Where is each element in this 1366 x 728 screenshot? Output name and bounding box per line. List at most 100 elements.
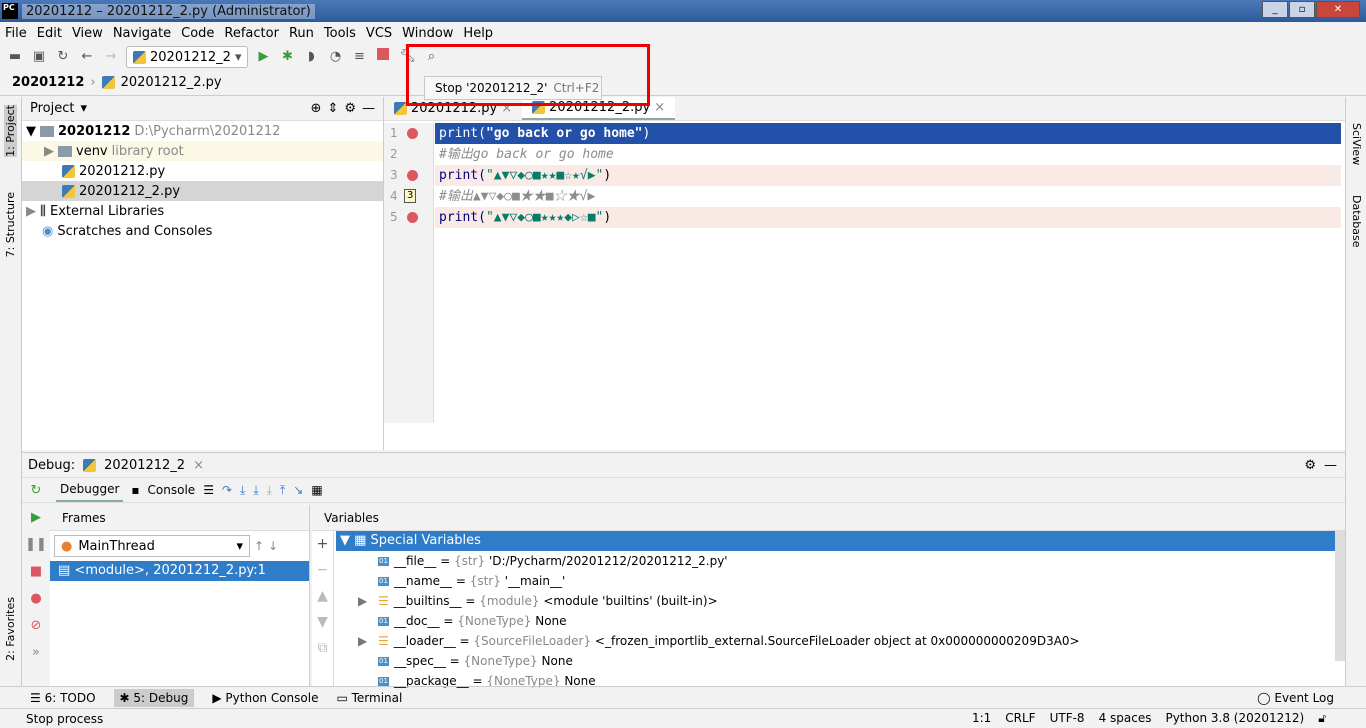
step-into-my-code-icon[interactable]: ⤓ [253, 483, 258, 498]
tab-console[interactable]: Console [148, 483, 196, 497]
tool-favorites[interactable]: 2: Favorites [4, 597, 17, 661]
variable-row[interactable]: ▶ ☰ __builtins__ = {module} <module 'built… [336, 591, 1342, 611]
chevron-down-icon[interactable]: ▾ [80, 101, 87, 116]
rerun-icon[interactable]: ↻ [22, 477, 50, 504]
hide-icon[interactable]: — [1324, 458, 1337, 473]
menu-edit[interactable]: Edit [32, 26, 67, 41]
breakpoint-icon[interactable] [407, 170, 418, 181]
tool-todo[interactable]: ☰ 6: TODO [30, 691, 96, 705]
up-icon[interactable]: ↑ [254, 539, 264, 553]
thread-select[interactable]: ● MainThread ▾ [54, 535, 250, 557]
maximize-button[interactable]: ▫ [1289, 1, 1315, 18]
evaluate-icon[interactable]: ▦ [311, 483, 322, 497]
remove-watch-icon[interactable]: − [312, 557, 333, 583]
menu-help[interactable]: Help [458, 26, 498, 41]
variable-row[interactable]: 01 __file__ = {str} 'D:/Pycharm/20201212/… [336, 551, 1342, 571]
menu-view[interactable]: View [67, 26, 108, 41]
line-separator[interactable]: CRLF [1005, 711, 1035, 726]
collapse-arrow-icon[interactable]: ▶ [358, 631, 367, 651]
close-button[interactable]: ✕ [1316, 1, 1360, 18]
tree-root[interactable]: ▼ 20201212 D:\Pycharm\20201212 [22, 121, 383, 141]
menu-icon[interactable]: ☰ [203, 483, 214, 497]
lock-icon[interactable]: 🔓︎ [1318, 711, 1326, 726]
menu-tools[interactable]: Tools [319, 26, 361, 41]
scrollbar[interactable] [1335, 531, 1345, 661]
file-encoding[interactable]: UTF-8 [1050, 711, 1085, 726]
breakpoint-icon[interactable] [407, 212, 418, 223]
tree-file[interactable]: 20201212.py [22, 161, 383, 181]
tool-python-console[interactable]: ▶ Python Console [212, 691, 318, 705]
breakpoint-icon[interactable] [407, 128, 418, 139]
tool-debug[interactable]: ✱ 5: Debug [113, 688, 195, 707]
tool-project[interactable]: 1: Project [4, 105, 17, 157]
sync-icon[interactable]: ↻ [54, 48, 72, 66]
menu-refactor[interactable]: Refactor [219, 26, 284, 41]
variable-row[interactable]: 01 __spec__ = {NoneType} None [336, 651, 1342, 671]
code-line[interactable]: 1 print("go back or go home") [384, 123, 1345, 144]
menu-file[interactable]: File [0, 26, 32, 41]
breadcrumb-file[interactable]: 20201212_2.py [121, 75, 222, 90]
step-into-icon[interactable]: ⤓ [240, 483, 245, 498]
locate-icon[interactable]: ⊕ [311, 101, 322, 116]
stop-button[interactable] [374, 48, 392, 66]
tool-terminal[interactable]: ▭ Terminal [336, 691, 402, 705]
tool-structure[interactable]: 7: Structure [4, 192, 17, 257]
down-icon[interactable]: ↓ [268, 539, 278, 553]
collapse-icon[interactable]: ⇕ [327, 101, 338, 116]
tree-scratches[interactable]: ◉ Scratches and Consoles [22, 221, 383, 241]
more-icon[interactable]: » [22, 639, 50, 666]
up-icon[interactable]: ▲ [312, 583, 333, 609]
frame-item[interactable]: ▤ <module>, 20201212_2.py:1 [50, 561, 309, 581]
bookmark-badge[interactable]: 3 [404, 189, 417, 203]
tree-venv[interactable]: ▶ venv library root [22, 141, 383, 161]
down-icon[interactable]: ▼ [312, 609, 333, 635]
breadcrumb-project[interactable]: 20201212 [12, 75, 84, 90]
close-tab-icon[interactable]: × [654, 100, 665, 115]
variable-row[interactable]: ▶ ☰ __loader__ = {SourceFileLoader} <_froz… [336, 631, 1342, 651]
interpreter[interactable]: Python 3.8 (20201212) [1165, 711, 1304, 726]
menu-run[interactable]: Run [284, 26, 319, 41]
menu-code[interactable]: Code [176, 26, 219, 41]
code-line[interactable]: 4 3 #输出▲▼▽◆○■★★■☆★√▶ [384, 186, 1345, 207]
menu-navigate[interactable]: Navigate [108, 26, 176, 41]
back-icon[interactable]: ← [78, 48, 96, 66]
hide-icon[interactable]: — [362, 101, 375, 116]
resume-icon[interactable]: ▶ [22, 504, 50, 531]
close-tab-icon[interactable]: × [193, 458, 204, 473]
add-watch-icon[interactable]: + [312, 531, 333, 557]
mute-breakpoints-icon[interactable]: ⊘ [22, 612, 50, 639]
coverage-icon[interactable]: ◗ [302, 48, 320, 66]
gear-icon[interactable]: ⚙ [1304, 458, 1316, 473]
tree-external-libraries[interactable]: ▶ ⫼ External Libraries [22, 201, 383, 221]
project-panel-title[interactable]: Project [30, 101, 74, 116]
menu-vcs[interactable]: VCS [361, 26, 397, 41]
tree-file[interactable]: 20201212_2.py [22, 181, 383, 201]
pause-icon[interactable]: ❚❚ [22, 531, 50, 558]
force-step-into-icon[interactable]: ⤓ [267, 483, 272, 498]
run-to-cursor-icon[interactable]: ↘ [293, 483, 303, 497]
step-over-icon[interactable]: ↷ [222, 483, 232, 497]
event-log-button[interactable]: ◯ Event Log [1257, 691, 1334, 705]
variable-row[interactable]: 01 __name__ = {str} '__main__' [336, 571, 1342, 591]
caret-position[interactable]: 1:1 [972, 711, 991, 726]
gear-icon[interactable]: ⚙ [344, 101, 356, 116]
minimize-button[interactable]: _ [1262, 1, 1288, 18]
view-breakpoints-icon[interactable]: ● [22, 585, 50, 612]
run-icon[interactable]: ▶ [254, 48, 272, 66]
concurrency-icon[interactable]: ≡ [350, 48, 368, 66]
indent-setting[interactable]: 4 spaces [1099, 711, 1152, 726]
code-line[interactable]: 3 print("▲▼▽◆○■★★■☆★√▶") [384, 165, 1345, 186]
code-line[interactable]: 2 #输出go back or go home [384, 144, 1345, 165]
open-folder-icon[interactable]: ▬ [6, 48, 24, 66]
tab-debugger[interactable]: Debugger [56, 478, 124, 502]
debug-session-tab[interactable]: 20201212_2 [104, 458, 185, 473]
profile-icon[interactable]: ◔ [326, 48, 344, 66]
collapse-arrow-icon[interactable]: ▶ [358, 591, 367, 611]
forward-icon[interactable]: → [102, 48, 120, 66]
stop-icon[interactable]: ■ [22, 558, 50, 585]
copy-icon[interactable]: ⧉ [312, 635, 333, 661]
debug-icon[interactable]: ✱ [278, 48, 296, 66]
run-config-select[interactable]: 20201212_2 ▾ [126, 46, 249, 68]
code-line[interactable]: 5 print("▲▼▽◆○■★★★◆▷☆■") [384, 207, 1345, 228]
save-icon[interactable]: ▣ [30, 48, 48, 66]
